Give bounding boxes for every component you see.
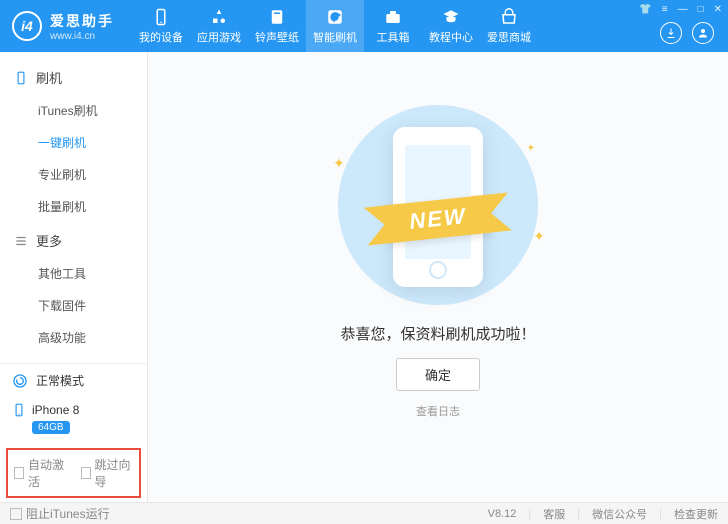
logo-area: i4 爱思助手 www.i4.cn xyxy=(0,11,126,42)
sidebar-item-download-firmware[interactable]: 下载固件 xyxy=(0,290,147,322)
minimize-icon[interactable]: — xyxy=(678,4,688,15)
mode-icon xyxy=(12,373,28,389)
nav-label: 爱思商城 xyxy=(487,29,531,45)
skin-icon[interactable]: 👕 xyxy=(639,4,651,15)
nav-tutorials[interactable]: 教程中心 xyxy=(422,0,480,52)
success-message: 恭喜您，保资料刷机成功啦！ xyxy=(340,323,535,344)
separator: | xyxy=(659,508,662,520)
toolbox-icon xyxy=(384,8,402,26)
nav-label: 应用游戏 xyxy=(197,29,241,45)
separator: | xyxy=(528,508,531,520)
phone-icon xyxy=(12,403,26,417)
check-update-link[interactable]: 检查更新 xyxy=(674,506,718,522)
nav-ringtone-wallpaper[interactable]: 铃声壁纸 xyxy=(248,0,306,52)
top-nav: 我的设备 应用游戏 铃声壁纸 智能刷机 工具箱 教程中心 爱思商城 xyxy=(132,0,538,52)
sidebar-item-oneclick-flash[interactable]: 一键刷机 xyxy=(0,127,147,159)
support-link[interactable]: 客服 xyxy=(543,506,565,522)
user-button[interactable] xyxy=(692,22,714,44)
device-name: iPhone 8 xyxy=(32,403,79,417)
header-actions xyxy=(660,22,714,44)
sidebar-item-pro-flash[interactable]: 专业刷机 xyxy=(0,159,147,191)
checkbox-label: 阻止iTunes运行 xyxy=(26,505,110,522)
device-icon xyxy=(152,8,170,26)
checkbox-auto-activate[interactable]: 自动激活 xyxy=(14,456,67,490)
separator: | xyxy=(577,508,580,520)
nav-label: 教程中心 xyxy=(429,29,473,45)
checkbox-icon xyxy=(14,467,24,479)
checkbox-label: 自动激活 xyxy=(28,456,66,490)
titlebar: i4 爱思助手 www.i4.cn 我的设备 应用游戏 铃声壁纸 智能刷机 工具… xyxy=(0,0,728,52)
confirm-button[interactable]: 确定 xyxy=(396,358,480,391)
logo-icon: i4 xyxy=(12,11,42,41)
sidebar-item-advanced[interactable]: 高级功能 xyxy=(0,322,147,354)
close-icon[interactable]: ✕ xyxy=(714,4,722,15)
sidebar-bottom: 正常模式 iPhone 8 64GB 自动激活 跳过向导 xyxy=(0,363,147,502)
checkbox-icon xyxy=(10,508,22,520)
version-label: V8.12 xyxy=(488,508,517,520)
sidebar-group-more[interactable]: 更多 xyxy=(0,223,147,258)
checkbox-label: 跳过向导 xyxy=(95,456,133,490)
phone-icon xyxy=(14,71,28,85)
star-icon: ✦ xyxy=(527,143,535,154)
download-button[interactable] xyxy=(660,22,682,44)
star-icon: ✦ xyxy=(533,228,545,245)
sidebar-group-flash[interactable]: 刷机 xyxy=(0,60,147,95)
apps-icon xyxy=(210,8,228,26)
nav-label: 工具箱 xyxy=(377,29,410,45)
mode-label: 正常模式 xyxy=(36,372,84,389)
sidebar-item-other-tools[interactable]: 其他工具 xyxy=(0,258,147,290)
nav-my-device[interactable]: 我的设备 xyxy=(132,0,190,52)
checkbox-skip-wizard[interactable]: 跳过向导 xyxy=(81,456,134,490)
storage-badge: 64GB xyxy=(32,421,70,434)
nav-label: 智能刷机 xyxy=(313,29,357,45)
nav-toolbox[interactable]: 工具箱 xyxy=(364,0,422,52)
sidebar: 刷机 iTunes刷机 一键刷机 专业刷机 批量刷机 更多 其他工具 下载固件 … xyxy=(0,52,148,502)
star-icon: ✦ xyxy=(333,155,345,172)
logo-text: 爱思助手 www.i4.cn xyxy=(50,11,114,42)
note-icon xyxy=(268,8,286,26)
group-label: 更多 xyxy=(36,231,62,250)
view-log-link[interactable]: 查看日志 xyxy=(416,403,460,419)
group-label: 刷机 xyxy=(36,68,62,87)
brand-url: www.i4.cn xyxy=(50,31,114,42)
mode-row[interactable]: 正常模式 xyxy=(0,364,147,397)
window-controls: 👕 ≡ — □ ✕ xyxy=(639,4,722,15)
wechat-link[interactable]: 微信公众号 xyxy=(592,506,647,522)
nav-label: 铃声壁纸 xyxy=(255,29,299,45)
nav-smart-flash[interactable]: 智能刷机 xyxy=(306,0,364,52)
checkbox-block-itunes[interactable]: 阻止iTunes运行 xyxy=(10,505,110,522)
main-panel: NEW ✦ ✦ ✦ 恭喜您，保资料刷机成功啦！ 确定 查看日志 xyxy=(148,52,728,502)
download-icon xyxy=(665,27,677,39)
options-highlight: 自动激活 跳过向导 xyxy=(6,448,141,498)
statusbar: 阻止iTunes运行 V8.12 | 客服 | 微信公众号 | 检查更新 xyxy=(0,502,728,524)
list-icon xyxy=(14,234,28,248)
nav-apps-games[interactable]: 应用游戏 xyxy=(190,0,248,52)
maximize-icon[interactable]: □ xyxy=(698,4,704,15)
checkbox-icon xyxy=(81,467,91,479)
success-illustration: NEW ✦ ✦ ✦ xyxy=(313,125,563,305)
brand-name: 爱思助手 xyxy=(50,11,114,31)
body: 刷机 iTunes刷机 一键刷机 专业刷机 批量刷机 更多 其他工具 下载固件 … xyxy=(0,52,728,502)
sidebar-scroll: 刷机 iTunes刷机 一键刷机 专业刷机 批量刷机 更多 其他工具 下载固件 … xyxy=(0,52,147,363)
nav-store[interactable]: 爱思商城 xyxy=(480,0,538,52)
store-icon xyxy=(500,8,518,26)
sidebar-item-itunes-flash[interactable]: iTunes刷机 xyxy=(0,95,147,127)
grad-cap-icon xyxy=(442,8,460,26)
refresh-icon xyxy=(326,8,344,26)
sidebar-item-batch-flash[interactable]: 批量刷机 xyxy=(0,191,147,223)
nav-label: 我的设备 xyxy=(139,29,183,45)
device-row[interactable]: iPhone 8 64GB xyxy=(0,397,147,444)
menu-icon[interactable]: ≡ xyxy=(662,4,668,15)
user-icon xyxy=(697,27,709,39)
